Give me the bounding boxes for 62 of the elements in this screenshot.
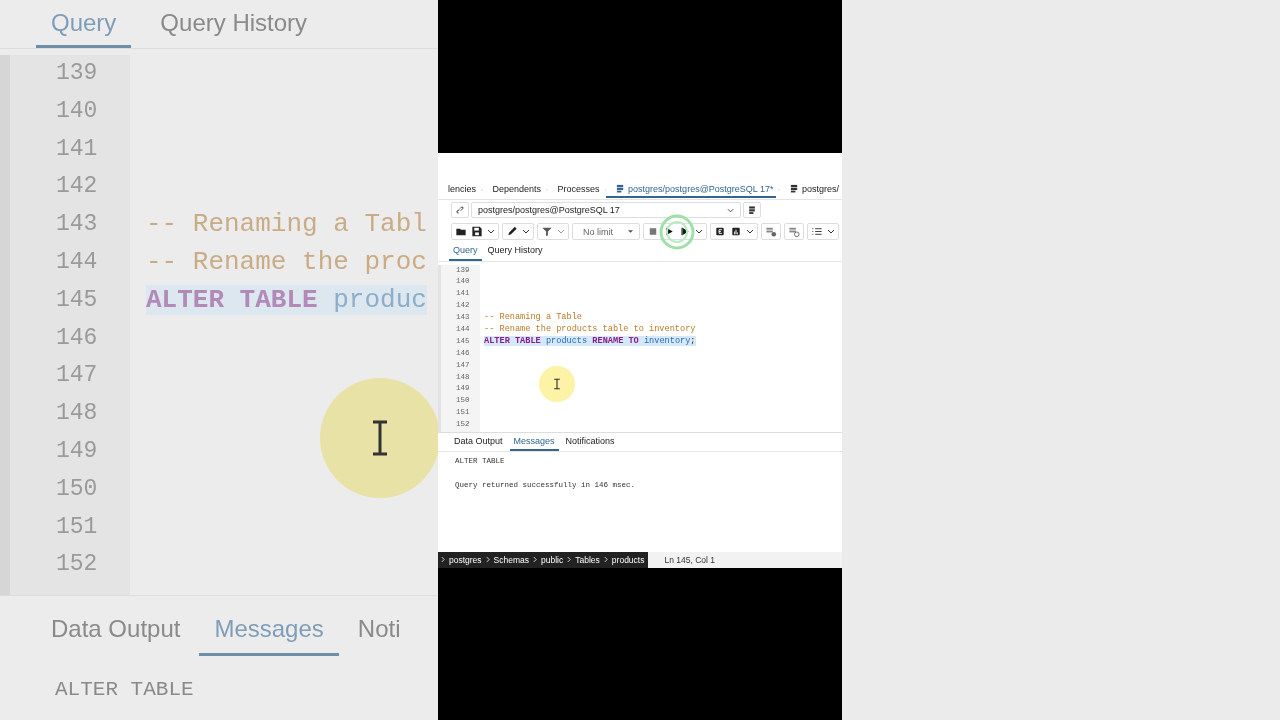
caret-icon	[627, 229, 634, 234]
line-number: 143	[56, 210, 98, 240]
chevron-icon	[485, 556, 490, 563]
link-icon[interactable]	[451, 202, 469, 218]
cursor-highlight	[538, 364, 576, 403]
line-number: 151	[56, 512, 98, 542]
line-number: 148	[56, 399, 98, 429]
limit-dropdown[interactable]: No limit	[572, 223, 640, 240]
breadcrumb-item[interactable]: Schemas	[493, 554, 530, 565]
document-tab[interactable]: Processes	[547, 181, 603, 198]
line-number: 149	[56, 436, 98, 466]
editor-tab[interactable]: Query History	[483, 244, 547, 261]
chevron-icon	[603, 556, 608, 563]
message-text: ALTER TABLE	[54, 677, 195, 701]
save-icon[interactable]	[469, 225, 485, 238]
line-number: 144	[56, 248, 98, 277]
caret-icon[interactable]	[746, 229, 754, 234]
breadcrumb-item[interactable]: Tables	[575, 554, 600, 565]
cursor-position: Ln 145, Col 1	[664, 554, 716, 565]
rollback-icon[interactable]	[786, 225, 802, 238]
list-icon[interactable]	[809, 225, 825, 238]
line-number: 146	[56, 323, 98, 353]
line-number: 145	[56, 285, 98, 315]
caret-icon[interactable]	[487, 229, 495, 234]
line-number: 141	[56, 134, 98, 164]
tab-label: lencies	[448, 183, 476, 194]
code-line: -- Rename the products table to inventory	[484, 323, 696, 334]
caret-icon[interactable]	[695, 229, 703, 234]
editor-tab[interactable]: Query	[449, 244, 482, 261]
line-number: 147	[56, 361, 98, 391]
click-indicator	[659, 213, 695, 250]
tab-label: postgres/	[802, 183, 839, 194]
caret-icon[interactable]	[522, 229, 530, 234]
result-tab[interactable]: Notifications	[561, 435, 619, 451]
breadcrumb-item[interactable]: public	[541, 554, 564, 565]
breadcrumb-item[interactable]: products	[611, 554, 645, 565]
chevron-icon	[567, 556, 572, 563]
breadcrumb-item[interactable]: postgres	[449, 554, 482, 565]
connection-dropdown[interactable]: postgres/postgres@PostgreSQL 17	[471, 202, 741, 218]
chevron-icon	[441, 556, 445, 563]
code-line: -- Rename the proc	[146, 247, 427, 277]
tab-label: postgres/postgres@PostgreSQL 17*	[628, 183, 774, 194]
line-number: 150	[56, 474, 98, 504]
tab-label: Dependents	[492, 183, 542, 194]
caret-icon	[727, 207, 734, 213]
document-tab[interactable]: postgres/postgres@PostgreSQL 17*	[606, 181, 777, 198]
document-tab[interactable]: lencies	[438, 181, 479, 198]
chevron-icon	[533, 556, 538, 563]
line-number: 139	[56, 59, 98, 88]
line-number: 142	[56, 172, 98, 202]
document-tab[interactable]: Dependents	[482, 181, 545, 198]
caret-icon[interactable]	[827, 229, 835, 234]
line-number: 140	[56, 96, 98, 126]
commit-icon[interactable]	[763, 225, 779, 238]
result-tab[interactable]: Messages	[509, 435, 559, 451]
code-line: -- Renaming a Tabl	[146, 209, 427, 240]
document-tab[interactable]: postgres/	[780, 181, 842, 198]
tab-label: Processes	[557, 183, 600, 194]
result-tab[interactable]: Data Output	[450, 435, 507, 451]
line-number: 152	[56, 550, 98, 580]
code-line: -- Renaming a Table	[484, 312, 582, 323]
database-icon[interactable]	[743, 202, 761, 218]
